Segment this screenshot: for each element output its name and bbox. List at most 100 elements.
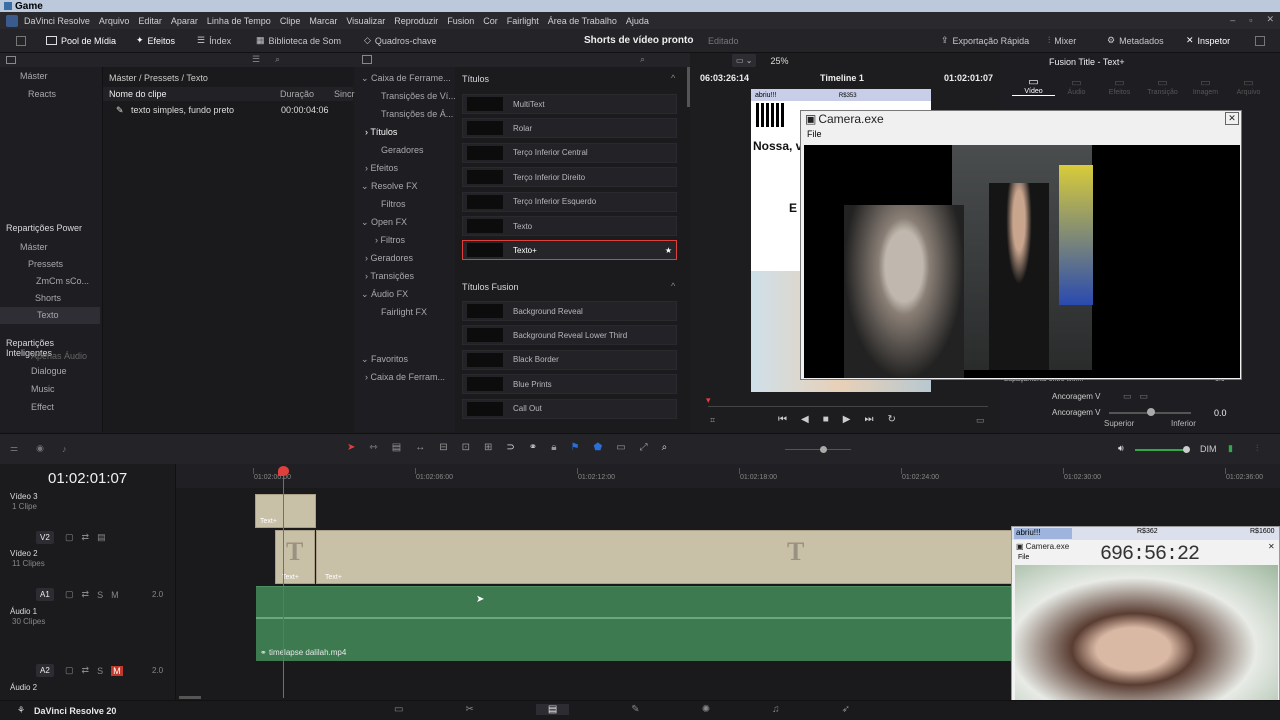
fx-tree-item-14[interactable]: ⌄ Favoritos <box>361 354 408 365</box>
zoom-custom-icon[interactable]: ⤢ <box>640 442 648 453</box>
marker-icon[interactable]: ⬟ <box>593 442 602 453</box>
inspector-button[interactable]: ✕ Inspetor <box>1186 35 1230 46</box>
quick-export-button[interactable]: ⇪ Exportação Rápida <box>941 35 1029 46</box>
menu-item-4[interactable]: Linha de Tempo <box>207 16 271 26</box>
blade-tool-icon[interactable]: ▤ <box>392 442 401 453</box>
loop-icon[interactable]: ↻ <box>887 414 895 425</box>
effects-sidebar-icon[interactable] <box>362 55 372 64</box>
title-item-items-5[interactable]: Texto <box>462 216 677 236</box>
favorite-star-icon[interactable]: ★ <box>665 246 672 255</box>
viewer-size-dropdown[interactable]: ▭ ⌄ <box>732 54 757 67</box>
fx-tree-item-7[interactable]: Filtros <box>375 199 406 209</box>
mic-icon[interactable]: ♪ <box>62 444 67 454</box>
fx-tree-item-1[interactable]: Transições de Ví... <box>375 91 456 101</box>
inspector-tab-5[interactable]: ▭ Arquivo <box>1227 76 1270 96</box>
stop-icon[interactable]: ■ <box>823 414 829 425</box>
track-a1-tag[interactable]: A1 <box>36 588 54 601</box>
fx-tree-item-8[interactable]: ⌄ Open FX <box>361 217 407 228</box>
menu-item-5[interactable]: Clipe <box>280 16 301 26</box>
menu-item-11[interactable]: Fairlight <box>507 16 539 26</box>
timeline-view-icon[interactable]: ⚌ <box>10 443 18 454</box>
menu-item-7[interactable]: Visualizar <box>346 16 385 26</box>
fx-tree-item-6[interactable]: ⌄ Resolve FX <box>361 181 418 192</box>
volume-slider[interactable] <box>1135 449 1187 451</box>
smart-bin-effect[interactable]: Effect <box>0 398 100 416</box>
menu-item-10[interactable]: Cor <box>483 16 498 26</box>
inspector-tab-3[interactable]: ▭ Transição <box>1141 76 1184 96</box>
power-bin-zmcm[interactable]: ZmCm sCo... <box>0 273 100 290</box>
media-pool-button[interactable]: Pool de Mídia <box>46 36 116 46</box>
inspector-tab-2[interactable]: ▭ Efeitos <box>1098 76 1141 96</box>
menu-item-1[interactable]: Arquivo <box>99 16 130 26</box>
title-item-items-3[interactable]: Terço Inferior Direito <box>462 167 677 188</box>
panel-toggle-icon[interactable] <box>16 35 26 46</box>
align-center-icon[interactable]: ▭ <box>1140 391 1149 402</box>
fx-tree-item-13[interactable]: Fairlight FX <box>375 307 427 317</box>
zoom-slider-handle[interactable] <box>820 446 827 453</box>
media-page-icon[interactable]: ▭ <box>394 704 403 715</box>
smart-bin-audio-only[interactable]: Apenas Áudio <box>0 350 100 362</box>
sound-library-button[interactable]: ▦ Biblioteca de Som <box>256 35 341 46</box>
fullscreen-icon[interactable]: ▭ <box>976 415 985 426</box>
zoom-fit-icon[interactable]: ▭ <box>616 442 625 453</box>
menu-item-13[interactable]: Ajuda <box>626 16 649 26</box>
maximize-icon[interactable]: ▫ <box>1249 15 1252 25</box>
track-v2-tag[interactable]: V2 <box>36 531 54 544</box>
tree-toggle-icon[interactable]: ⌄ <box>361 354 371 364</box>
zoom-level[interactable]: 25% <box>770 56 788 66</box>
playhead-handle-icon[interactable] <box>278 466 289 476</box>
menu-item-12[interactable]: Área de Trabalho <box>548 16 617 26</box>
effects-button[interactable]: ✦ Efeitos <box>136 35 175 46</box>
fx-tree-item-10[interactable]: › Geradores <box>365 253 413 263</box>
timeline-ruler[interactable]: 01:02:00:00 01:02:06:00 01:02:12:00 01:02:1… <box>176 464 1280 488</box>
v3-text-clip[interactable]: Text+ <box>255 494 316 528</box>
tree-toggle-icon[interactable]: ⌄ <box>361 73 371 83</box>
fx-tree-item-0[interactable]: ⌄ Caixa de Ferrame... <box>361 73 451 84</box>
power-bin-shorts[interactable]: Shorts <box>0 290 100 307</box>
tree-toggle-icon[interactable]: ⌄ <box>361 289 371 299</box>
scrubber-track[interactable] <box>708 406 988 407</box>
smart-bin-dialogue[interactable]: Dialogue <box>0 362 100 380</box>
snapping-icon[interactable]: ⊃ <box>506 442 514 453</box>
skip-forward-icon[interactable]: ⏭ <box>864 414 873 425</box>
title-item-items-0[interactable]: MultiText <box>462 94 677 114</box>
zoom-slider[interactable] <box>785 449 851 450</box>
skip-back-icon[interactable]: ⏮ <box>778 414 787 425</box>
color-page-icon[interactable]: ✺ <box>702 704 710 715</box>
title-item-fusion_items-3[interactable]: Blue Prints <box>462 374 677 395</box>
track-a2-mute-icon[interactable]: M <box>111 665 123 676</box>
crop-icon[interactable]: ⌗ <box>710 415 715 426</box>
align-left-icon[interactable]: ▭ <box>1123 391 1132 402</box>
track-a1-solo-icon[interactable]: S <box>97 590 103 600</box>
inspector-tab-1[interactable]: ▭ Áudio <box>1055 76 1098 96</box>
zoom-in-icon[interactable]: ⌕ <box>662 442 668 453</box>
bin-master[interactable]: Máster <box>0 67 102 85</box>
select-tool-icon[interactable]: ➤ <box>347 442 355 453</box>
anchor-value[interactable]: 0.0 <box>1214 408 1227 418</box>
title-item-fusion_items-1[interactable]: Background Reveal Lower Third <box>462 325 677 346</box>
menu-item-8[interactable]: Reproduzir <box>394 16 438 26</box>
title-item-items-4[interactable]: Terço Inferior Esquerdo <box>462 191 677 212</box>
cut-page-icon[interactable]: ✂ <box>465 704 473 715</box>
metadata-button[interactable]: ⚙ Metadados <box>1107 35 1164 46</box>
menu-item-0[interactable]: DaVinci Resolve <box>24 16 90 26</box>
layout-toggle-icon[interactable] <box>1255 36 1265 46</box>
menu-item-9[interactable]: Fusion <box>447 16 474 26</box>
smart-bin-music[interactable]: Music <box>0 380 100 398</box>
fx-tree-item-11[interactable]: › Transições <box>365 271 414 281</box>
play-icon[interactable]: ▶ <box>843 414 851 425</box>
fx-tree-item-2[interactable]: Transições de Á... <box>375 109 453 119</box>
v2-text-clip-2[interactable]: T Text+ <box>316 530 1016 584</box>
col-duration[interactable]: Duração <box>280 89 314 99</box>
audio-clip[interactable]: ⚭ timelapse dalilah.mp4 <box>256 586 1016 661</box>
timeline-hscrollbar[interactable] <box>179 696 201 699</box>
fx-tree-item-15[interactable]: › Caixa de Ferram... <box>365 372 445 382</box>
track-a1-level[interactable]: 2.0 <box>152 590 163 599</box>
playhead[interactable] <box>283 468 284 698</box>
link-icon[interactable]: ⚭ <box>529 442 537 453</box>
anchor-slider-handle[interactable] <box>1147 408 1155 416</box>
keyframes-button[interactable]: ◇ Quadros-chave <box>364 35 436 46</box>
col-name[interactable]: Nome do clipe <box>109 89 167 99</box>
flag-icon[interactable]: ⚑ <box>571 442 580 453</box>
inspector-tab-4[interactable]: ▭ Imagem <box>1184 76 1227 96</box>
